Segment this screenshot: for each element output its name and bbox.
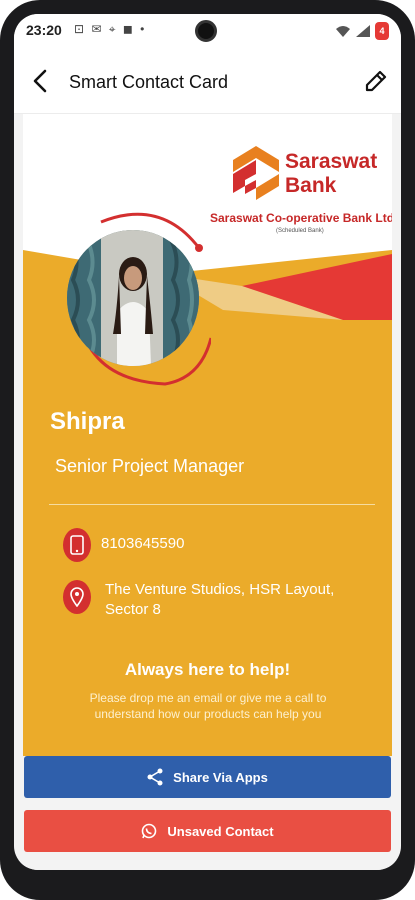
bank-full-name: Saraswat Co-operative Bank Ltd. <box>210 211 392 225</box>
phone-row[interactable]: 8103645590 <box>63 528 184 562</box>
status-right: 4 <box>335 22 389 40</box>
wifi-icon <box>336 26 350 37</box>
bottom-strip <box>14 860 401 870</box>
address-text[interactable]: The Venture Studios, HSR Layout, Sector … <box>105 580 355 620</box>
status-time: 23:20 <box>26 22 62 38</box>
share-button-label: Share Via Apps <box>173 769 268 785</box>
battery-icon: 4 <box>375 22 389 40</box>
contact-card: Saraswat Bank Saraswat Co-operative Bank… <box>23 114 392 756</box>
profile-photo <box>67 230 199 366</box>
person-name: Shipra <box>50 408 125 435</box>
phone-number[interactable]: 8103645590 <box>101 534 184 554</box>
battery-level: 4 <box>379 26 385 36</box>
arrow-left-icon[interactable] <box>28 68 54 94</box>
whatsapp-icon <box>142 823 157 839</box>
location-pin-glyph <box>70 587 84 607</box>
person-role: Senior Project Manager <box>55 456 245 476</box>
app-bar: Smart Contact Card <box>14 48 401 114</box>
help-text: Please drop me an email or give me a cal… <box>89 691 327 721</box>
save-button-label: Unsaved Contact <box>167 823 274 839</box>
profile-photo-image <box>67 230 199 366</box>
screen: 23:20 ⊡ ✉ ⌖ ◼ • 4 Smart Contact Card Sar… <box>14 14 401 870</box>
share-via-apps-button[interactable]: Share Via Apps <box>24 756 391 798</box>
phone-icon <box>63 528 91 562</box>
bank-name: Saraswat Bank <box>285 150 378 197</box>
phone-frame: 23:20 ⊡ ✉ ⌖ ◼ • 4 Smart Contact Card Sar… <box>0 0 415 900</box>
camera-cutout <box>195 20 217 42</box>
share-icon <box>147 768 163 786</box>
phone-icon-glyph <box>70 535 84 555</box>
page-title: Smart Contact Card <box>69 72 229 92</box>
address-row[interactable]: The Venture Studios, HSR Layout, Sector … <box>63 580 355 620</box>
pencil-icon[interactable] <box>363 68 389 94</box>
notification-icons: ⊡ ✉ ⌖ ◼ • <box>74 22 147 36</box>
unsaved-contact-button[interactable]: Unsaved Contact <box>24 810 391 852</box>
divider <box>49 504 375 505</box>
location-pin-icon <box>63 580 91 614</box>
signal-icon <box>356 25 370 37</box>
saraswat-logo-icon <box>233 146 279 200</box>
status-bar: 23:20 ⊡ ✉ ⌖ ◼ • 4 <box>14 14 401 48</box>
bank-tagline: (Scheduled Bank) <box>276 228 324 234</box>
help-title: Always here to help! <box>124 660 291 679</box>
